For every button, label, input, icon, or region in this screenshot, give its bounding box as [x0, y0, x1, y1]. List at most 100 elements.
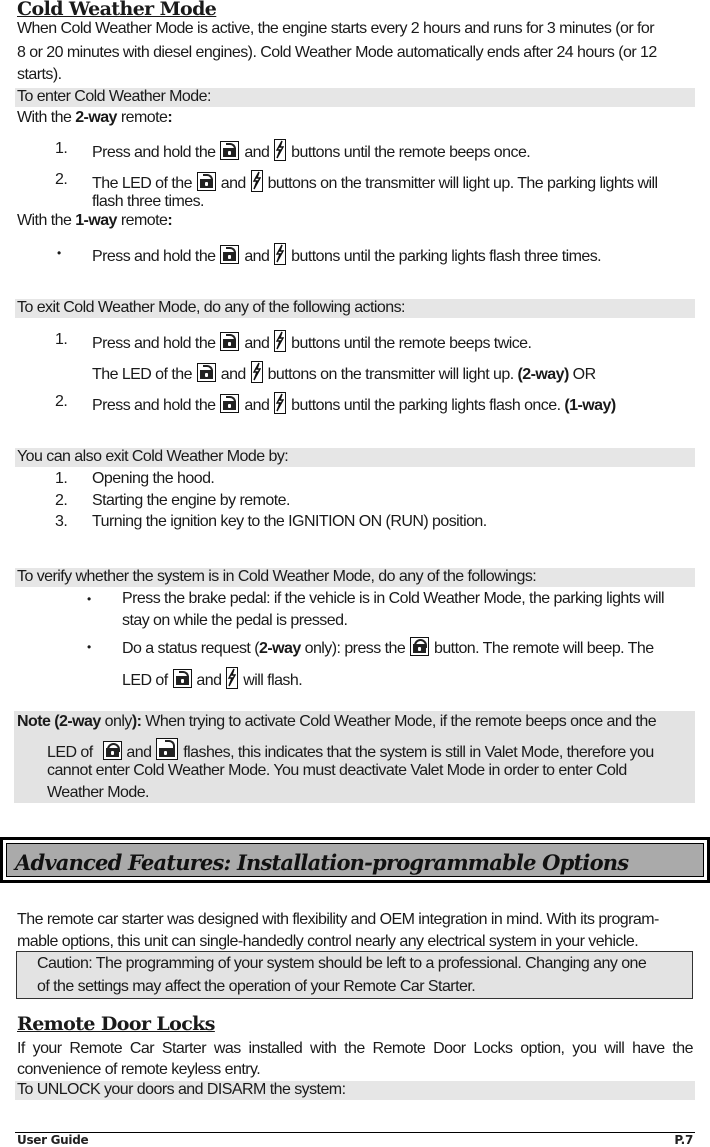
start-button-icon [250, 170, 263, 192]
caution-line: Caution: The programming of your system … [37, 955, 647, 972]
section-heading-remote-door-locks: Remote Door Locks [17, 1013, 215, 1035]
lock-button-icon [102, 741, 122, 760]
intro-line: When Cold Weather Mode is active, the en… [17, 20, 655, 37]
item-text: and [192, 672, 226, 689]
section-heading-cold-weather-mode: Cold Weather Mode [17, 0, 217, 20]
step-number: 2. [55, 393, 68, 410]
step-text: buttons until the remote beeps twice. [287, 335, 532, 352]
footer-rule [15, 1132, 695, 1133]
note-text: flashes, this indicates that the system … [179, 744, 654, 761]
label-bold: 1-way [75, 212, 117, 229]
note-label: only [100, 713, 133, 730]
intro-line-bold-period: . Cold Weather Mode automatically ends a… [252, 44, 657, 61]
step-text: and [240, 397, 274, 414]
exit-mode-bar: To exit Cold Weather Mode, do any of the… [15, 299, 695, 318]
step-text: buttons on the transmitter will light up… [263, 175, 659, 192]
unlock-button-icon [196, 363, 216, 382]
start-button-icon [274, 330, 287, 352]
bullet: • [87, 592, 91, 606]
banner-inner: Advanced Features: Installation-programm… [6, 843, 704, 877]
paragraph-line: If your Remote Car Starter was installed… [17, 1040, 694, 1057]
step-bold: (2-way) [517, 366, 570, 383]
step-text: flash three times. [92, 193, 204, 210]
item-text: stay on while the pedal is pressed. [122, 612, 348, 629]
note-line: Note (2-way only): When trying to activa… [17, 712, 657, 732]
step-text: and [240, 248, 274, 265]
step-text: and [240, 335, 274, 352]
note-text: and [122, 744, 156, 761]
step-number: 1. [55, 140, 68, 157]
item-text: Press the brake pedal: if the vehicle is… [122, 590, 665, 607]
step-text: buttons until the remote beeps once. [287, 144, 531, 161]
item-text: button. The remote will beep. The [430, 640, 654, 657]
bar-label: To enter Cold Weather Mode: [17, 88, 211, 105]
one-way-label: With the 1-way remote: [17, 211, 173, 231]
intro-paragraph: When Cold Weather Mode is active, the en… [17, 19, 693, 85]
note-label: Note (2-way [17, 713, 101, 730]
enter-mode-bar: To enter Cold Weather Mode: [15, 88, 695, 107]
intro-line: mable options, this unit can single-hand… [17, 933, 639, 950]
step-text: The LED of the [92, 366, 196, 383]
step-text: and [216, 175, 250, 192]
step-text: buttons until the parking lights flash t… [287, 248, 602, 265]
verify-bar: To verify whether the system is in Cold … [15, 568, 695, 587]
label-bold: 2-way [75, 109, 117, 126]
step-number: 3. [55, 513, 68, 530]
lock-button-icon [410, 637, 430, 656]
item-text: LED of [122, 672, 172, 689]
unlock-button-icon [220, 394, 240, 413]
label-text: With the [17, 212, 76, 229]
step-text: Press and hold the [92, 248, 220, 265]
bar-label: To UNLOCK your doors and DISARM the syst… [17, 1081, 346, 1098]
step-text: buttons on the transmitter will light up… [263, 366, 518, 383]
banner-title: Advanced Features: Installation-programm… [15, 850, 629, 875]
start-button-icon [274, 243, 287, 265]
note-label: ): [131, 713, 142, 730]
label-text: remote [116, 212, 168, 229]
note-text: LED of [47, 744, 97, 761]
colon: : [167, 109, 173, 126]
bullet: • [87, 640, 91, 654]
note-line: cannot enter Cold Weather Mode. You must… [47, 762, 627, 779]
step-text: and [240, 144, 274, 161]
page-number: P.7 [674, 1133, 693, 1147]
step-text: buttons until the parking lights flash o… [287, 397, 565, 414]
step-number: 2. [55, 492, 68, 509]
label-text: remote [116, 109, 168, 126]
step-text: Press and hold the [92, 397, 220, 414]
bullet: • [57, 246, 61, 260]
step-number: 1. [55, 470, 68, 487]
unlock-button-icon [156, 738, 179, 760]
bar-label: To verify whether the system is in Cold … [17, 568, 537, 585]
item-bold: 2-way [258, 640, 301, 657]
label-text: With the [17, 109, 76, 126]
note-line: Weather Mode. [47, 784, 150, 801]
footer-title: User Guide [17, 1133, 89, 1147]
step-text: Turning the ignition key to the IGNITION… [92, 513, 487, 530]
step-text: OR [568, 366, 596, 383]
colon: : [167, 212, 173, 229]
unlock-button-icon [220, 141, 240, 160]
paragraph-line: convenience of remote keyless entry. [17, 1061, 261, 1078]
note-line: LED of and flashes, this indicates that … [47, 738, 654, 763]
unlock-button-icon [220, 332, 240, 351]
unlock-button-icon [196, 172, 216, 191]
bar-label: To exit Cold Weather Mode, do any of the… [17, 299, 405, 316]
bar-label: You can also exit Cold Weather Mode by: [17, 448, 289, 465]
item-text: will flash. [239, 672, 303, 689]
start-button-icon [274, 139, 287, 161]
note-text: When trying to activate Cold Weather Mod… [141, 713, 657, 730]
item-text: Do a status request ( [122, 640, 260, 657]
caution-box: Caution: The programming of your system … [16, 951, 693, 999]
intro-line: starts). [17, 66, 62, 83]
start-button-icon [250, 361, 263, 383]
item-text: only): press the [300, 640, 410, 657]
two-way-label: With the 2-way remote: [17, 108, 173, 128]
start-button-icon [274, 392, 287, 414]
step-number: 2. [55, 171, 68, 188]
step-bold: (1-way) [564, 397, 616, 414]
step-number: 1. [55, 331, 68, 348]
section-banner: Advanced Features: Installation-programm… [0, 837, 710, 883]
intro-line: 8 or 20 minutes with diesel engines) [17, 44, 253, 61]
step-text: Press and hold the [92, 144, 220, 161]
